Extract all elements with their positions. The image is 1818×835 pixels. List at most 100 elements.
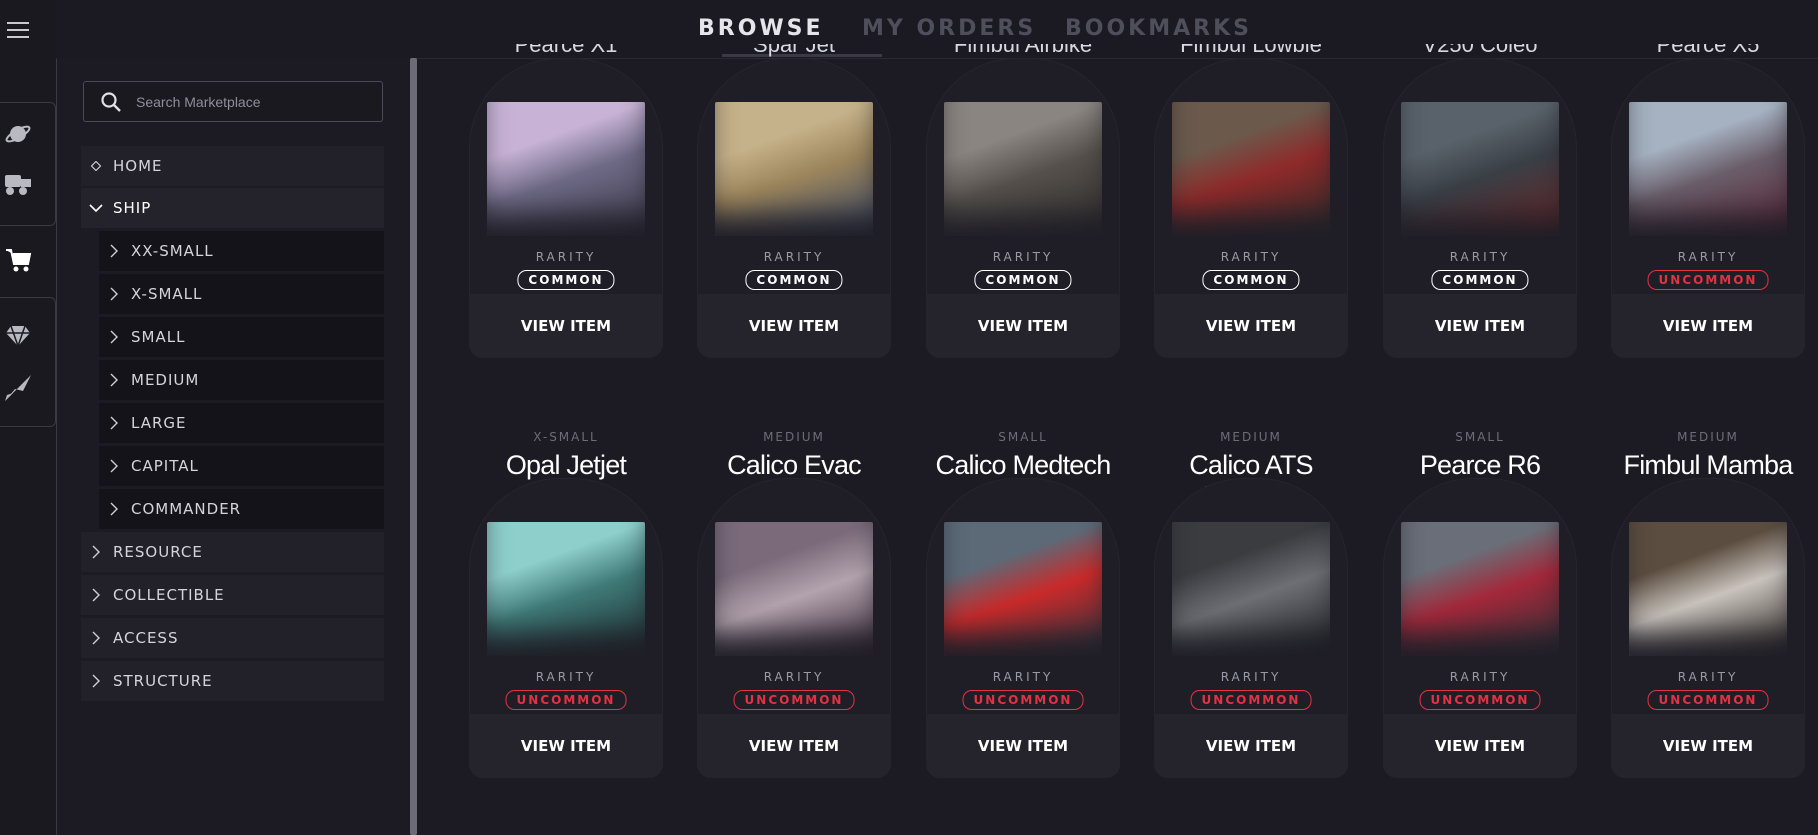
view-item-button[interactable]: VIEW ITEM: [926, 714, 1120, 778]
sidebar-scrollbar[interactable]: [410, 58, 417, 835]
rarity-label: RARITY: [763, 250, 825, 264]
view-item-button[interactable]: VIEW ITEM: [926, 294, 1120, 358]
ship-image[interactable]: [1172, 522, 1330, 656]
ship-image[interactable]: [1401, 522, 1559, 656]
gem-icon[interactable]: [0, 318, 36, 354]
ship-name[interactable]: Opal Jetjet: [469, 450, 663, 481]
ship-image[interactable]: [944, 522, 1102, 656]
search-box[interactable]: [83, 81, 383, 122]
view-item-button[interactable]: VIEW ITEM: [1383, 294, 1577, 358]
rarity-label: RARITY: [1449, 670, 1511, 684]
rarity-label: RARITY: [1677, 250, 1739, 264]
planet-icon[interactable]: [0, 116, 36, 152]
rarity-badge: UNCOMMON: [962, 690, 1084, 710]
sidebar-item-large[interactable]: LARGE: [99, 403, 384, 443]
sidebar-item-label: RESOURCE: [113, 543, 203, 561]
ship-name[interactable]: Spar Jet: [697, 44, 891, 58]
sidebar-item-label: LARGE: [131, 414, 187, 432]
product-card[interactable]: RARITY UNCOMMON VIEW ITEM: [1154, 478, 1348, 778]
ship-name[interactable]: Fimbul Lowbie: [1154, 44, 1348, 58]
tab-browse[interactable]: BROWSE: [698, 16, 824, 41]
sidebar-item-label: ACCESS: [113, 629, 179, 647]
card-header: SMALL Pearce R6: [1383, 430, 1577, 481]
ship-name[interactable]: Pearce X1: [469, 44, 663, 58]
sidebar-item-home[interactable]: HOME: [81, 146, 384, 186]
product-card[interactable]: RARITY UNCOMMON VIEW ITEM: [469, 478, 663, 778]
ship-image[interactable]: [1401, 102, 1559, 236]
ship-name[interactable]: Fimbul Mamba: [1611, 450, 1805, 481]
sidebar-item-xx-small[interactable]: XX-SMALL: [99, 231, 384, 271]
ship-name[interactable]: V250 Coleo: [1383, 44, 1577, 58]
sidebar-item-label: COLLECTIBLE: [113, 586, 225, 604]
product-card[interactable]: RARITY UNCOMMON VIEW ITEM: [1611, 478, 1805, 778]
rarity-label: RARITY: [535, 250, 597, 264]
ship-image[interactable]: [1629, 102, 1787, 236]
product-card[interactable]: RARITY UNCOMMON VIEW ITEM: [1383, 478, 1577, 778]
product-card[interactable]: RARITY UNCOMMON VIEW ITEM: [926, 478, 1120, 778]
view-item-button[interactable]: VIEW ITEM: [697, 294, 891, 358]
ship-size-label: MEDIUM: [1677, 430, 1739, 444]
ship-image[interactable]: [487, 522, 645, 656]
search-input[interactable]: [134, 90, 378, 114]
view-item-button[interactable]: VIEW ITEM: [469, 714, 663, 778]
product-card[interactable]: RARITY UNCOMMON VIEW ITEM: [1611, 58, 1805, 358]
ship-image[interactable]: [1172, 102, 1330, 236]
chevron-right-icon: [107, 244, 121, 258]
product-card[interactable]: RARITY COMMON VIEW ITEM: [1383, 58, 1577, 358]
view-item-button[interactable]: VIEW ITEM: [1611, 714, 1805, 778]
ship-name[interactable]: Calico Medtech: [926, 450, 1120, 481]
tab-my-orders[interactable]: MY ORDERS: [862, 16, 1036, 41]
vehicle-icon[interactable]: [0, 166, 36, 202]
product-card[interactable]: RARITY COMMON VIEW ITEM: [1154, 58, 1348, 358]
ship-image[interactable]: [487, 102, 645, 236]
tab-bookmarks[interactable]: BOOKMARKS: [1065, 16, 1252, 41]
product-card[interactable]: RARITY COMMON VIEW ITEM: [697, 58, 891, 358]
sidebar-item-label: MEDIUM: [131, 371, 200, 389]
product-card[interactable]: RARITY COMMON VIEW ITEM: [469, 58, 663, 358]
ship-name[interactable]: Pearce R6: [1383, 450, 1577, 481]
ship-name[interactable]: Fimbul Airbike: [926, 44, 1120, 58]
sidebar-item-small[interactable]: SMALL: [99, 317, 384, 357]
ship-name[interactable]: Calico Evac: [697, 450, 891, 481]
view-item-button[interactable]: VIEW ITEM: [1154, 714, 1348, 778]
ship-image[interactable]: [1629, 522, 1787, 656]
cart-icon[interactable]: [0, 242, 36, 278]
ship-image[interactable]: [715, 522, 873, 656]
sidebar-item-commander[interactable]: COMMANDER: [99, 489, 384, 529]
search-icon: [100, 91, 122, 117]
view-item-button[interactable]: VIEW ITEM: [1154, 294, 1348, 358]
ship-icon[interactable]: [0, 370, 36, 406]
card-header: MEDIUM Calico Evac: [697, 430, 891, 481]
view-item-button[interactable]: VIEW ITEM: [697, 714, 891, 778]
sidebar-item-label: SHIP: [113, 199, 152, 217]
diamond-icon: [89, 159, 103, 173]
sidebar-item-structure[interactable]: STRUCTURE: [81, 661, 384, 701]
sidebar-item-access[interactable]: ACCESS: [81, 618, 384, 658]
rarity-label: RARITY: [1677, 670, 1739, 684]
product-card[interactable]: RARITY COMMON VIEW ITEM: [926, 58, 1120, 358]
hamburger-icon[interactable]: [0, 12, 36, 48]
rarity-label: RARITY: [1220, 250, 1282, 264]
rail-group-2: [0, 297, 56, 427]
rarity-label: RARITY: [763, 670, 825, 684]
sidebar-item-label: SMALL: [131, 328, 186, 346]
card-header: X-SMALL Opal Jetjet: [469, 430, 663, 481]
ship-image[interactable]: [715, 102, 873, 236]
ship-size-label: MEDIUM: [1220, 430, 1282, 444]
ship-size-label: X-SMALL: [533, 430, 599, 444]
sidebar-item-medium[interactable]: MEDIUM: [99, 360, 384, 400]
sidebar-item-ship[interactable]: SHIP: [81, 188, 384, 228]
sidebar-item-collectible[interactable]: COLLECTIBLE: [81, 575, 384, 615]
sidebar-item-resource[interactable]: RESOURCE: [81, 532, 384, 572]
sidebar-item-capital[interactable]: CAPITAL: [99, 446, 384, 486]
view-item-button[interactable]: VIEW ITEM: [469, 294, 663, 358]
ship-name[interactable]: Pearce X5: [1611, 44, 1805, 58]
ship-image[interactable]: [944, 102, 1102, 236]
view-item-button[interactable]: VIEW ITEM: [1383, 714, 1577, 778]
rarity-badge: UNCOMMON: [505, 690, 627, 710]
chevron-right-icon: [107, 459, 121, 473]
product-card[interactable]: RARITY UNCOMMON VIEW ITEM: [697, 478, 891, 778]
sidebar-item-x-small[interactable]: X-SMALL: [99, 274, 384, 314]
sidebar-item-label: X-SMALL: [131, 285, 203, 303]
view-item-button[interactable]: VIEW ITEM: [1611, 294, 1805, 358]
